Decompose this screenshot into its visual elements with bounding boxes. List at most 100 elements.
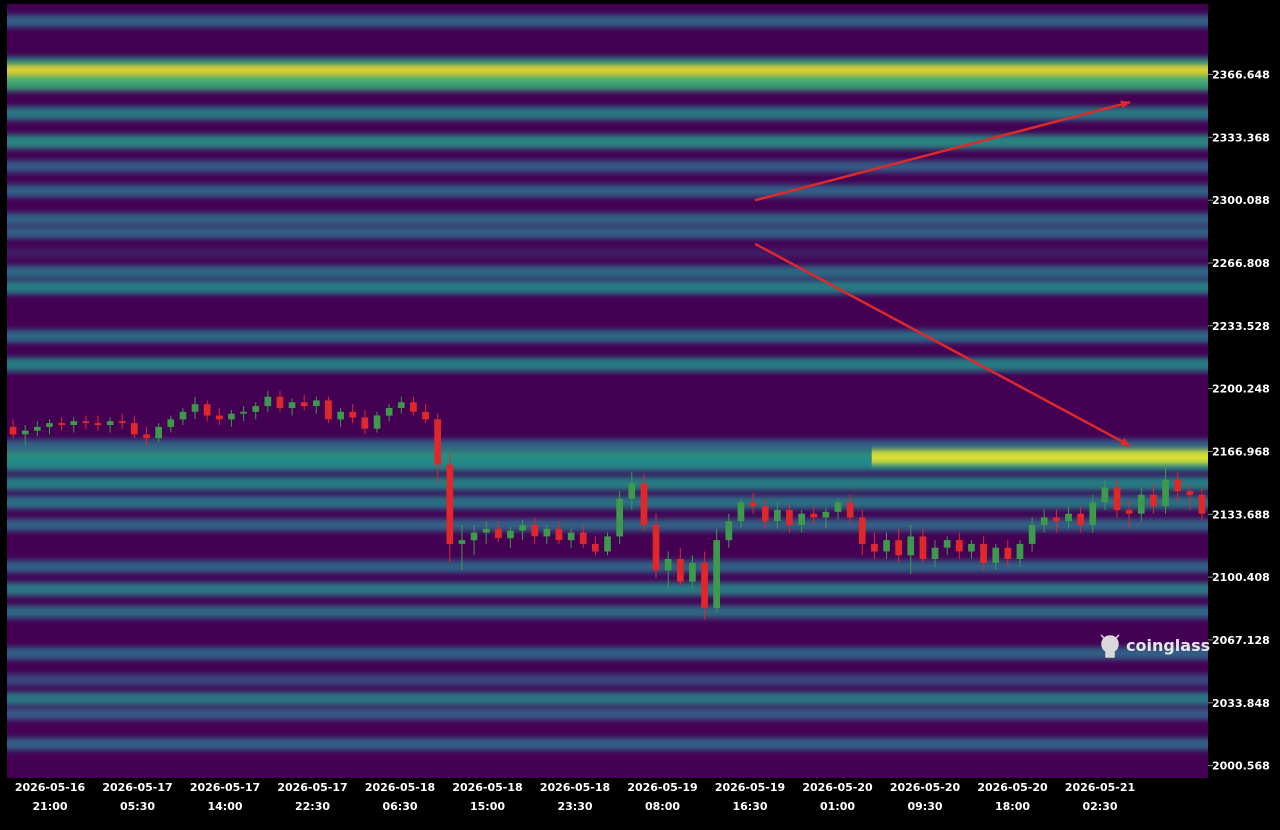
candle-body [495, 528, 502, 539]
candle-body [1150, 494, 1157, 507]
heat-band-highlight [871, 450, 1208, 465]
heat-band [7, 674, 1208, 686]
y-tick-label: 2166.968 [1212, 446, 1270, 459]
x-tick-time: 22:30 [295, 800, 330, 813]
candle-body [858, 517, 866, 544]
candle-body [82, 421, 90, 424]
candle-body [106, 421, 114, 425]
candle-body [179, 411, 187, 420]
heat-band [7, 106, 1208, 121]
candle-body [701, 562, 708, 609]
candle-body [919, 536, 927, 560]
y-tick-label: 2033.848 [1212, 697, 1270, 710]
candle-body [349, 411, 357, 418]
x-tick-time: 21:00 [32, 800, 67, 813]
candle-body [1004, 547, 1012, 559]
candle-body [883, 540, 890, 552]
x-tick-time: 18:00 [995, 800, 1030, 813]
y-tick-label: 2233.528 [1212, 320, 1270, 333]
heat-band [7, 647, 1208, 660]
y-tick-label: 2266.808 [1212, 257, 1270, 270]
candle-body [1089, 502, 1097, 526]
chart-svg: 2366.648 2333.368 2300.088 2266.808 2233.528… [7, 4, 1270, 813]
candle-body [737, 502, 745, 522]
heat-band [7, 247, 1208, 259]
x-tick-time: 05:30 [120, 800, 155, 813]
candle-body [677, 559, 684, 582]
x-tick-date: 2026-05-17 [277, 781, 347, 794]
candle-body [846, 502, 854, 518]
candle-body [337, 411, 344, 420]
candle-body [46, 423, 53, 427]
candle-body [931, 547, 939, 559]
candle-body [9, 426, 17, 435]
heat-band [7, 605, 1208, 619]
x-axis: 2026-05-16 21:00 2026-05-17 05:30 2026-05-17… [15, 781, 1135, 813]
heat-band [7, 184, 1208, 198]
candle-body [1198, 494, 1206, 514]
candle-body [373, 415, 381, 429]
x-tick-time: 01:00 [820, 800, 855, 813]
x-tick-date: 2026-05-19 [715, 781, 785, 794]
heat-band [7, 212, 1208, 226]
liquidation-heatmap-chart: 2366.648 2333.368 2300.088 2266.808 2233.528… [0, 0, 1280, 826]
candle-body [288, 402, 296, 408]
candle-body [543, 528, 551, 537]
x-tick-date: 2026-05-18 [540, 781, 610, 794]
candle-body [519, 525, 526, 531]
candle-body [228, 413, 235, 420]
candle-body [70, 421, 78, 425]
candle-body [458, 540, 466, 544]
candle-body [749, 502, 757, 507]
x-tick-date: 2026-05-19 [627, 781, 697, 794]
candle-body [640, 483, 648, 525]
heat-band [7, 357, 1208, 372]
x-tick-date: 2026-05-21 [1065, 781, 1135, 794]
candle-body [822, 511, 830, 518]
heat-band [7, 495, 1208, 509]
candle-body [1186, 491, 1194, 495]
heat-band [7, 160, 1208, 173]
candle-body [871, 543, 878, 552]
candle-body [761, 506, 769, 522]
candle-body [579, 532, 587, 544]
candle-body [531, 525, 539, 537]
heat-band [7, 75, 1208, 92]
candle-body [216, 415, 223, 420]
heat-band [7, 518, 1208, 532]
x-tick-date: 2026-05-20 [890, 781, 961, 794]
candle-body [1162, 479, 1169, 507]
heat-band [7, 280, 1208, 295]
candle-body [980, 543, 987, 563]
watermark-text: coinglass [1126, 636, 1210, 655]
candle-body [131, 423, 138, 435]
heat-band [7, 582, 1208, 596]
candle-body [1065, 513, 1072, 522]
heat-band [7, 134, 1208, 149]
candle-body [1101, 487, 1109, 503]
candle-body [786, 509, 793, 525]
candle-body [240, 411, 247, 414]
candle-body [300, 402, 308, 407]
candle-body [713, 540, 720, 609]
candle-body [992, 547, 1000, 563]
x-tick-date: 2026-05-16 [15, 781, 86, 794]
candle-body [968, 543, 975, 552]
candle-body [956, 540, 963, 552]
y-tick-label: 2366.648 [1212, 69, 1270, 82]
heat-band [7, 265, 1208, 279]
heat-band [7, 226, 1208, 239]
x-tick-time: 15:00 [470, 800, 505, 813]
candle-body [1053, 517, 1060, 522]
x-tick-time: 23:30 [557, 800, 592, 813]
candle-body [1028, 525, 1036, 544]
candle-body [264, 396, 272, 407]
candle-body [604, 536, 611, 552]
y-tick-label: 2300.088 [1212, 194, 1270, 207]
x-tick-date: 2026-05-20 [977, 781, 1048, 794]
candle-body [58, 423, 65, 425]
y-axis: 2366.648 2333.368 2300.088 2266.808 2233.528… [1208, 69, 1270, 773]
y-tick-label: 2100.408 [1212, 571, 1270, 584]
candle-body [422, 411, 429, 420]
candle-body [410, 402, 417, 412]
